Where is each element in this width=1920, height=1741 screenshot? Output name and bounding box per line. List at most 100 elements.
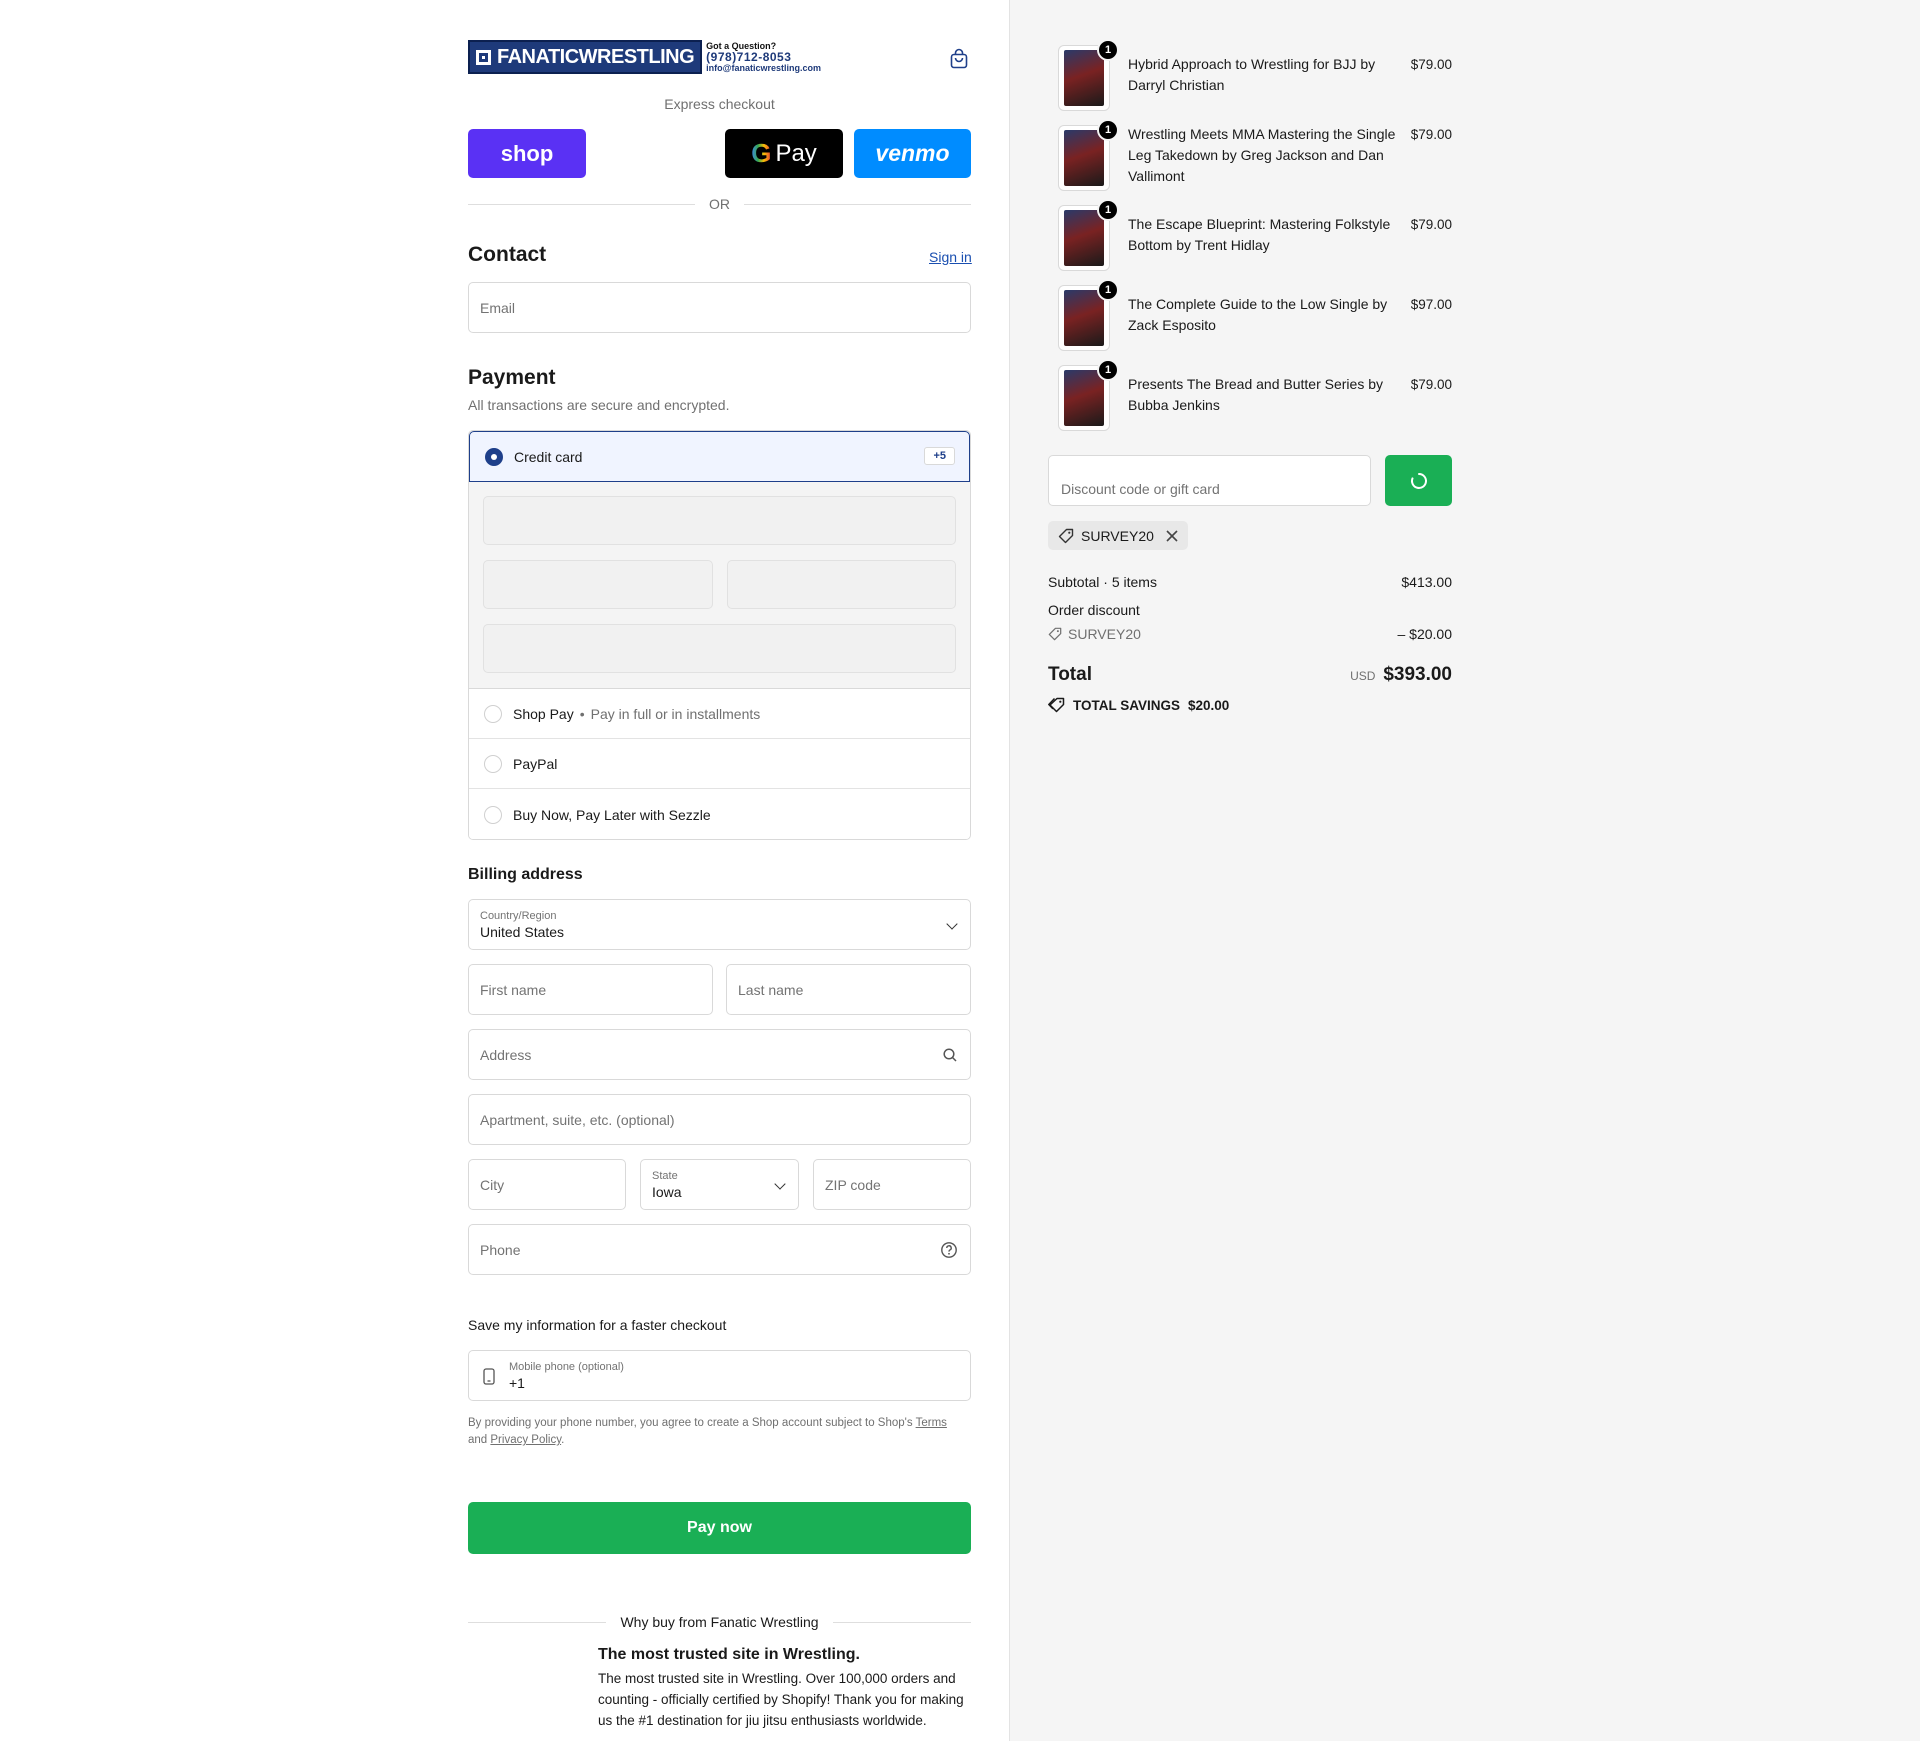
payment-option-shop-pay[interactable]: Shop Pay • Pay in full or in installment…	[469, 689, 970, 739]
shopping-bag-icon[interactable]	[948, 48, 970, 70]
discount-value: – $20.00	[1397, 626, 1453, 642]
save-info-heading: Save my information for a faster checkou…	[468, 1317, 727, 1333]
credit-card-form	[469, 482, 970, 689]
savings-tag-icon	[1048, 697, 1065, 713]
venmo-button[interactable]: venmo	[854, 129, 971, 178]
country-select[interactable]: Country/Region United States	[468, 899, 971, 950]
product-name: Wrestling Meets MMA Mastering the Single…	[1128, 126, 1396, 184]
payment-option-paypal[interactable]: PayPal	[469, 739, 970, 789]
google-pay-button[interactable]: G Pay	[725, 129, 843, 178]
sezzle-label: Buy Now, Pay Later with Sezzle	[513, 806, 711, 823]
address-placeholder: Address	[480, 1046, 532, 1063]
mobile-phone-icon	[483, 1368, 495, 1385]
privacy-policy-link[interactable]: Privacy Policy	[490, 1434, 561, 1446]
divider-line	[832, 1621, 972, 1623]
why-buy-label: Why buy from Fanatic Wrestling	[620, 1614, 819, 1630]
product-price: $79.00	[1410, 377, 1452, 392]
phone-field[interactable]: Phone	[468, 1224, 971, 1275]
divider-line	[468, 1621, 607, 1623]
mobile-phone-label: Mobile phone (optional)	[509, 1360, 624, 1373]
first-name-field[interactable]: First name	[468, 964, 713, 1015]
subtotal-value: $413.00	[1401, 574, 1452, 590]
contact-heading: Contact	[468, 243, 547, 266]
total-amount: USD $393.00	[1350, 664, 1452, 686]
mobile-phone-field[interactable]: Mobile phone (optional) +1	[468, 1350, 971, 1401]
apartment-field[interactable]: Apartment, suite, etc. (optional)	[468, 1094, 971, 1145]
terms-link[interactable]: Terms	[916, 1417, 947, 1429]
or-label: OR	[709, 196, 730, 212]
applied-discount-chip: SURVEY20	[1048, 521, 1188, 550]
radio-unselected[interactable]	[484, 805, 502, 824]
tag-icon	[1048, 627, 1062, 641]
search-icon	[943, 1047, 957, 1062]
subtotal-label: Subtotal · 5 items	[1048, 574, 1157, 590]
zip-code-field[interactable]: ZIP code	[813, 1159, 971, 1210]
trust-title: The most trusted site in Wrestling.	[598, 1646, 860, 1663]
shop-pay-button[interactable]: shop	[468, 129, 586, 178]
checkout-main-column: FANATICWRESTLING Got a Question? (978)71…	[0, 0, 1009, 1741]
product-name: Hybrid Approach to Wrestling for BJJ by …	[1128, 56, 1376, 93]
sign-in-link[interactable]: Sign in	[929, 249, 972, 265]
discount-code-row: SURVEY20 – $20.00	[1048, 626, 1452, 642]
total-row: Total USD $393.00	[1048, 664, 1452, 686]
discount-code-label: SURVEY20	[1068, 626, 1141, 642]
order-discount-label: Order discount	[1048, 602, 1140, 618]
product-price: $79.00	[1410, 57, 1452, 72]
email-field[interactable]: Email	[468, 282, 971, 333]
venmo-label: venmo	[875, 140, 950, 166]
terms-and: and	[468, 1434, 488, 1446]
card-expiry-field[interactable]	[483, 560, 713, 609]
phone-placeholder: Phone	[480, 1241, 521, 1258]
product-price: $79.00	[1410, 127, 1452, 142]
more-cards-badge: +5	[924, 447, 955, 465]
quantity-badge: 1	[1097, 119, 1119, 141]
last-name-field[interactable]: Last name	[726, 964, 971, 1015]
loading-spinner-icon	[1410, 472, 1427, 489]
divider-line	[744, 203, 971, 205]
pay-now-button[interactable]: Pay now	[468, 1502, 971, 1554]
payment-option-credit-card[interactable]: Credit card +5	[469, 431, 970, 482]
why-buy-divider: Why buy from Fanatic Wrestling	[468, 1614, 972, 1630]
total-savings-label: TOTAL SAVINGS	[1073, 697, 1181, 713]
discount-code-line: SURVEY20	[1048, 626, 1141, 642]
quantity-badge: 1	[1097, 359, 1119, 381]
radio-unselected[interactable]	[484, 754, 502, 773]
radio-unselected[interactable]	[484, 704, 502, 723]
email-placeholder: Email	[480, 299, 516, 316]
trust-block: The most trusted site in Wrestling. The …	[598, 1646, 973, 1731]
cart-item: 1 The Escape Blueprint: Mastering Folkst…	[1048, 199, 1452, 271]
card-name-field[interactable]	[483, 624, 956, 673]
logo-mark: FANATICWRESTLING	[468, 40, 703, 74]
payment-heading: Payment	[468, 366, 556, 389]
payment-option-sezzle[interactable]: Buy Now, Pay Later with Sezzle	[469, 789, 970, 839]
product-image	[1064, 130, 1104, 186]
city-field[interactable]: City	[468, 1159, 626, 1210]
credit-card-label: Credit card	[514, 448, 583, 465]
apartment-placeholder: Apartment, suite, etc. (optional)	[480, 1111, 675, 1128]
card-number-field[interactable]	[483, 496, 956, 545]
remove-discount-icon[interactable]	[1166, 529, 1178, 542]
card-security-code-field[interactable]	[727, 560, 956, 609]
product-name: The Complete Guide to the Low Single by …	[1128, 296, 1388, 333]
currency-code: USD	[1350, 669, 1376, 683]
cart-item: 1 The Complete Guide to the Low Single b…	[1048, 279, 1452, 351]
shop-pay-note: Pay in full or in installments	[590, 705, 761, 722]
store-logo[interactable]: FANATICWRESTLING Got a Question? (978)71…	[468, 40, 821, 74]
total-savings-row: TOTAL SAVINGS $20.00	[1048, 697, 1452, 713]
help-circle-icon[interactable]	[940, 1241, 958, 1259]
product-image	[1064, 290, 1104, 346]
tag-icon	[1058, 528, 1074, 543]
discount-code-input[interactable]: Discount code or gift card	[1048, 455, 1371, 506]
or-divider: OR	[468, 196, 971, 212]
state-value: Iowa	[652, 1183, 682, 1200]
radio-selected[interactable]	[485, 447, 503, 466]
address-field[interactable]: Address	[468, 1029, 971, 1080]
applied-code: SURVEY20	[1081, 527, 1154, 544]
city-placeholder: City	[480, 1176, 505, 1193]
quantity-badge: 1	[1097, 279, 1119, 301]
google-g-icon: G	[751, 138, 772, 168]
total-label: Total	[1048, 664, 1092, 685]
apply-discount-button[interactable]	[1385, 455, 1452, 506]
paypal-label: PayPal	[513, 755, 558, 772]
state-select[interactable]: State Iowa	[640, 1159, 799, 1210]
